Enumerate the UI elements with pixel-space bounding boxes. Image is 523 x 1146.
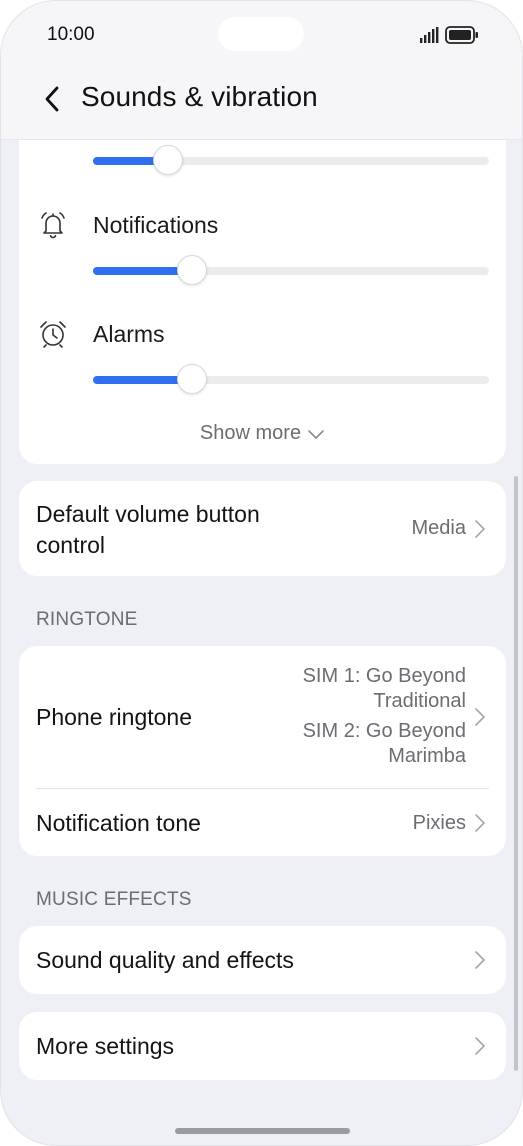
chevron-right-icon	[475, 708, 485, 726]
battery-icon	[445, 26, 478, 44]
phone-ringtone-value-line: SIM 2: Go Beyond	[302, 720, 466, 742]
default-volume-button-control-row[interactable]: Default volume button control Media	[19, 481, 506, 576]
sound-quality-title: Sound quality and effects	[36, 947, 294, 973]
sound-quality-and-effects-row[interactable]: Sound quality and effects	[19, 926, 506, 994]
alarm-clock-icon	[40, 321, 66, 348]
ringtone-section-label: RINGTONE	[36, 609, 138, 630]
back-button[interactable]	[33, 79, 71, 119]
default-volume-title-line2: control	[36, 532, 106, 558]
chevron-down-icon	[308, 429, 324, 439]
show-more-label: Show more	[199, 422, 302, 444]
notifications-volume-slider[interactable]	[93, 255, 489, 285]
more-settings-title: More settings	[36, 1033, 175, 1059]
status-time: 10:00	[47, 24, 95, 45]
phone-ringtone-value-line: Marimba	[388, 745, 466, 767]
scrollbar[interactable]	[514, 476, 518, 1071]
chevron-right-icon	[475, 951, 485, 969]
bell-icon	[41, 212, 65, 239]
signal-icon	[420, 27, 439, 43]
chevron-right-icon	[475, 814, 485, 832]
phone-ringtone-value-line: SIM 1: Go Beyond	[302, 665, 466, 687]
volume-card: Notifications Alarms Show more	[19, 119, 506, 464]
ringtone-card: Phone ringtone SIM 1: Go Beyond Traditio…	[19, 646, 506, 856]
slider-thumb[interactable]	[153, 145, 184, 175]
slider-thumb[interactable]	[177, 364, 207, 394]
default-volume-title: Default volume button control	[36, 499, 260, 561]
phone-ringtone-row[interactable]: Phone ringtone SIM 1: Go Beyond Traditio…	[19, 646, 506, 788]
notification-tone-row[interactable]: Notification tone Pixies	[19, 789, 506, 856]
notification-tone-value: Pixies	[412, 812, 466, 834]
more-settings-row[interactable]: More settings	[19, 1012, 506, 1080]
chevron-right-icon	[475, 1037, 485, 1055]
slider-thumb[interactable]	[177, 255, 207, 285]
phone-ringtone-title: Phone ringtone	[36, 704, 193, 730]
camera-notch	[218, 17, 304, 51]
phone-ringtone-value: SIM 1: Go Beyond Traditional SIM 2: Go B…	[303, 664, 466, 769]
notifications-label: Notifications	[93, 212, 219, 238]
show-more-button[interactable]: Show more	[19, 422, 506, 445]
alarms-label: Alarms	[93, 321, 165, 347]
media-volume-slider[interactable]	[93, 145, 489, 175]
default-volume-value: Media	[411, 517, 466, 539]
page-title: Sounds & vibration	[81, 81, 318, 112]
chevron-right-icon	[475, 520, 485, 538]
default-volume-title-line1: Default volume button	[36, 501, 260, 527]
home-indicator[interactable]	[175, 1128, 350, 1134]
phone-ringtone-value-line: Traditional	[373, 690, 466, 712]
app-header: 10:00 Sounds & vibration	[1, 1, 522, 140]
notification-tone-title: Notification tone	[36, 810, 201, 836]
music-effects-section-label: MUSIC EFFECTS	[36, 889, 192, 910]
alarms-volume-slider[interactable]	[93, 364, 489, 394]
back-arrow-icon	[45, 86, 59, 112]
phone-screen: Notifications Alarms Show more Default v…	[0, 0, 523, 1146]
